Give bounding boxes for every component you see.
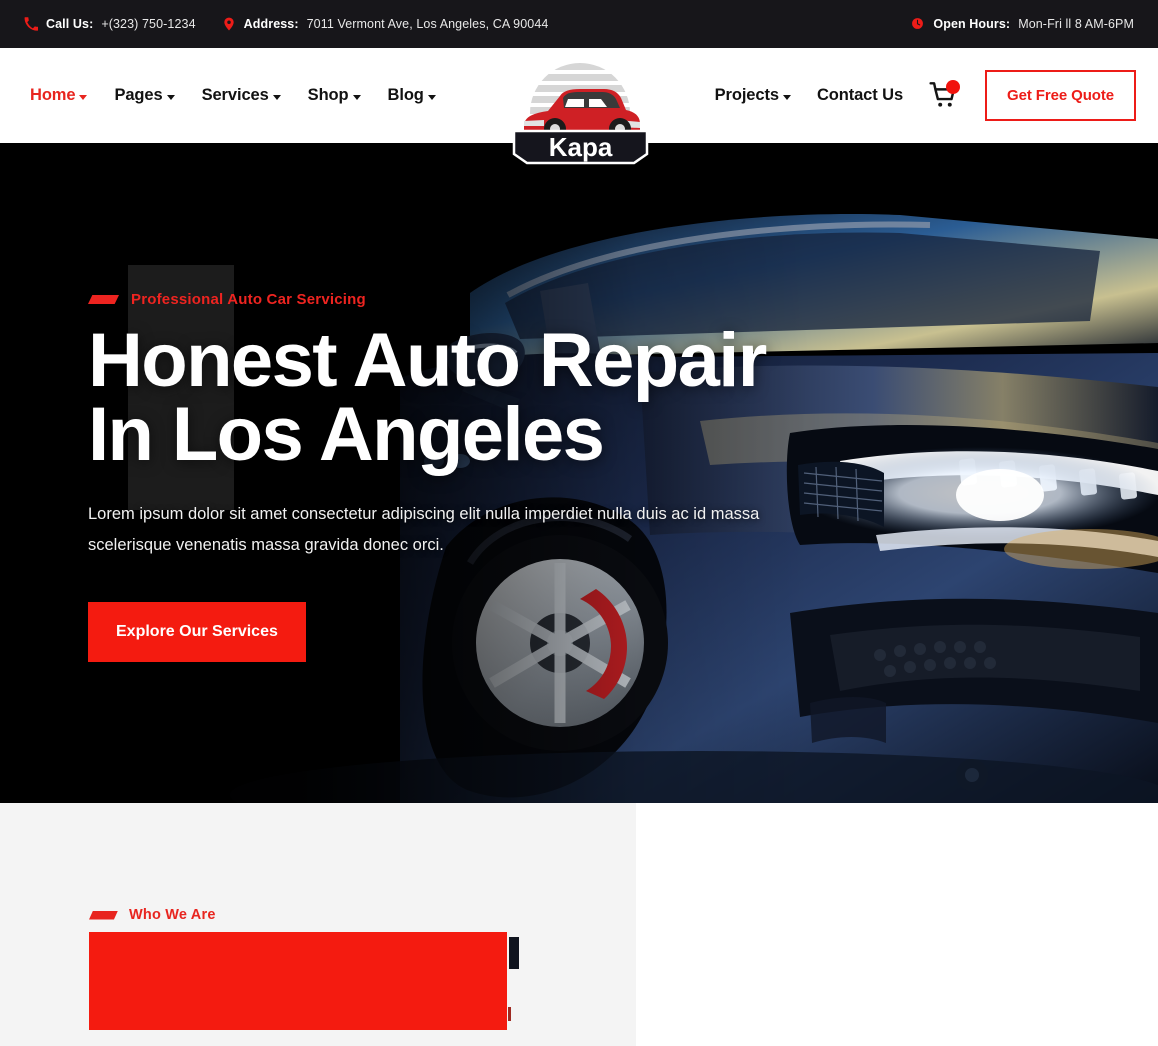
nav-item-services[interactable]: Services <box>202 86 281 105</box>
nav-item-blog-label: Blog <box>387 86 424 104</box>
hero-content: Professional Auto Car Servicing Honest A… <box>88 143 888 663</box>
nav-item-shop[interactable]: Shop <box>308 86 361 105</box>
cart-badge <box>946 79 961 94</box>
hero-section: Professional Auto Car Servicing Honest A… <box>0 143 1158 803</box>
about-text-fragment-upper <box>509 937 519 969</box>
topbar-phone[interactable]: Call Us: +(323) 750-1234 <box>24 17 196 31</box>
hero-eyebrow: Professional Auto Car Servicing <box>88 291 888 308</box>
chevron-down-icon <box>166 94 175 100</box>
topbar-hours: Open Hours: Mon-Fri ll 8 AM-6PM <box>911 17 1134 31</box>
topbar-hours-label: Open Hours: <box>933 17 1011 31</box>
hero-eyebrow-text: Professional Auto Car Servicing <box>131 291 366 308</box>
slash-marker-icon <box>88 295 119 304</box>
get-free-quote-button[interactable]: Get Free Quote <box>985 70 1136 121</box>
nav-item-pages-label: Pages <box>114 86 163 104</box>
location-pin-icon <box>222 17 236 31</box>
nav-item-shop-label: Shop <box>307 86 349 104</box>
logo-banner: Kapa <box>512 129 649 165</box>
nav-item-projects-label: Projects <box>714 86 779 104</box>
about-eyebrow-text: Who We Are <box>129 907 216 923</box>
hero-title: Honest Auto Repair In Los Angeles <box>88 318 888 477</box>
topbar-phone-value: +(323) 750-1234 <box>101 17 196 31</box>
nav-item-pages[interactable]: Pages <box>114 86 175 105</box>
chevron-down-icon <box>352 94 361 100</box>
site-logo[interactable]: Kapa <box>508 58 653 166</box>
top-info-bar: Call Us: +(323) 750-1234 Address: 7011 V… <box>0 0 1158 48</box>
topbar-phone-label: Call Us: <box>46 17 94 31</box>
about-heading-highlight-block <box>89 932 507 1030</box>
topbar-contact-group: Call Us: +(323) 750-1234 Address: 7011 V… <box>24 17 548 31</box>
nav-item-services-label: Services <box>201 86 269 104</box>
stats-panel <box>636 803 1158 1046</box>
nav-item-projects[interactable]: Projects <box>715 86 791 105</box>
phone-icon <box>24 17 39 31</box>
about-and-stats-section: Who We Are Awards Winning 45 + Total Pro… <box>0 803 1158 1046</box>
topbar-address-value: 7011 Vermont Ave, Los Angeles, CA 90044 <box>306 17 549 31</box>
explore-our-services-button[interactable]: Explore Our Services <box>88 602 306 663</box>
topbar-address-label: Address: <box>243 17 299 31</box>
nav-links-left: Home Pages Services Shop Blog <box>30 48 436 143</box>
hero-paragraph: Lorem ipsum dolor sit amet consectetur a… <box>88 505 760 554</box>
chevron-down-icon <box>79 94 88 100</box>
nav-item-home[interactable]: Home <box>30 86 88 105</box>
svg-text:Kapa: Kapa <box>549 132 613 162</box>
nav-links-right: Projects Contact Us Get Free Quote <box>715 48 1136 143</box>
about-eyebrow: Who We Are <box>89 907 216 923</box>
chevron-down-icon <box>782 94 791 100</box>
nav-item-blog[interactable]: Blog <box>388 86 436 105</box>
hero-title-line-2: In Los Angeles <box>88 391 605 477</box>
page-root: Call Us: +(323) 750-1234 Address: 7011 V… <box>0 0 1158 1046</box>
clock-icon <box>911 17 925 31</box>
topbar-hours-group: Open Hours: Mon-Fri ll 8 AM-6PM <box>911 17 1134 31</box>
chevron-down-icon <box>427 94 436 100</box>
topbar-hours-value: Mon-Fri ll 8 AM-6PM <box>1018 17 1134 31</box>
chevron-down-icon <box>272 94 281 100</box>
shopping-cart-icon[interactable] <box>929 79 961 111</box>
slash-marker-icon <box>89 910 118 920</box>
nav-item-contact-us[interactable]: Contact Us <box>817 86 903 105</box>
about-text-fragment-lower <box>508 1007 511 1021</box>
hero-title-line-1: Honest Auto Repair <box>88 318 767 403</box>
nav-item-contact-us-label: Contact Us <box>816 86 904 104</box>
topbar-address[interactable]: Address: 7011 Vermont Ave, Los Angeles, … <box>222 17 549 31</box>
nav-item-home-label: Home <box>30 86 76 104</box>
